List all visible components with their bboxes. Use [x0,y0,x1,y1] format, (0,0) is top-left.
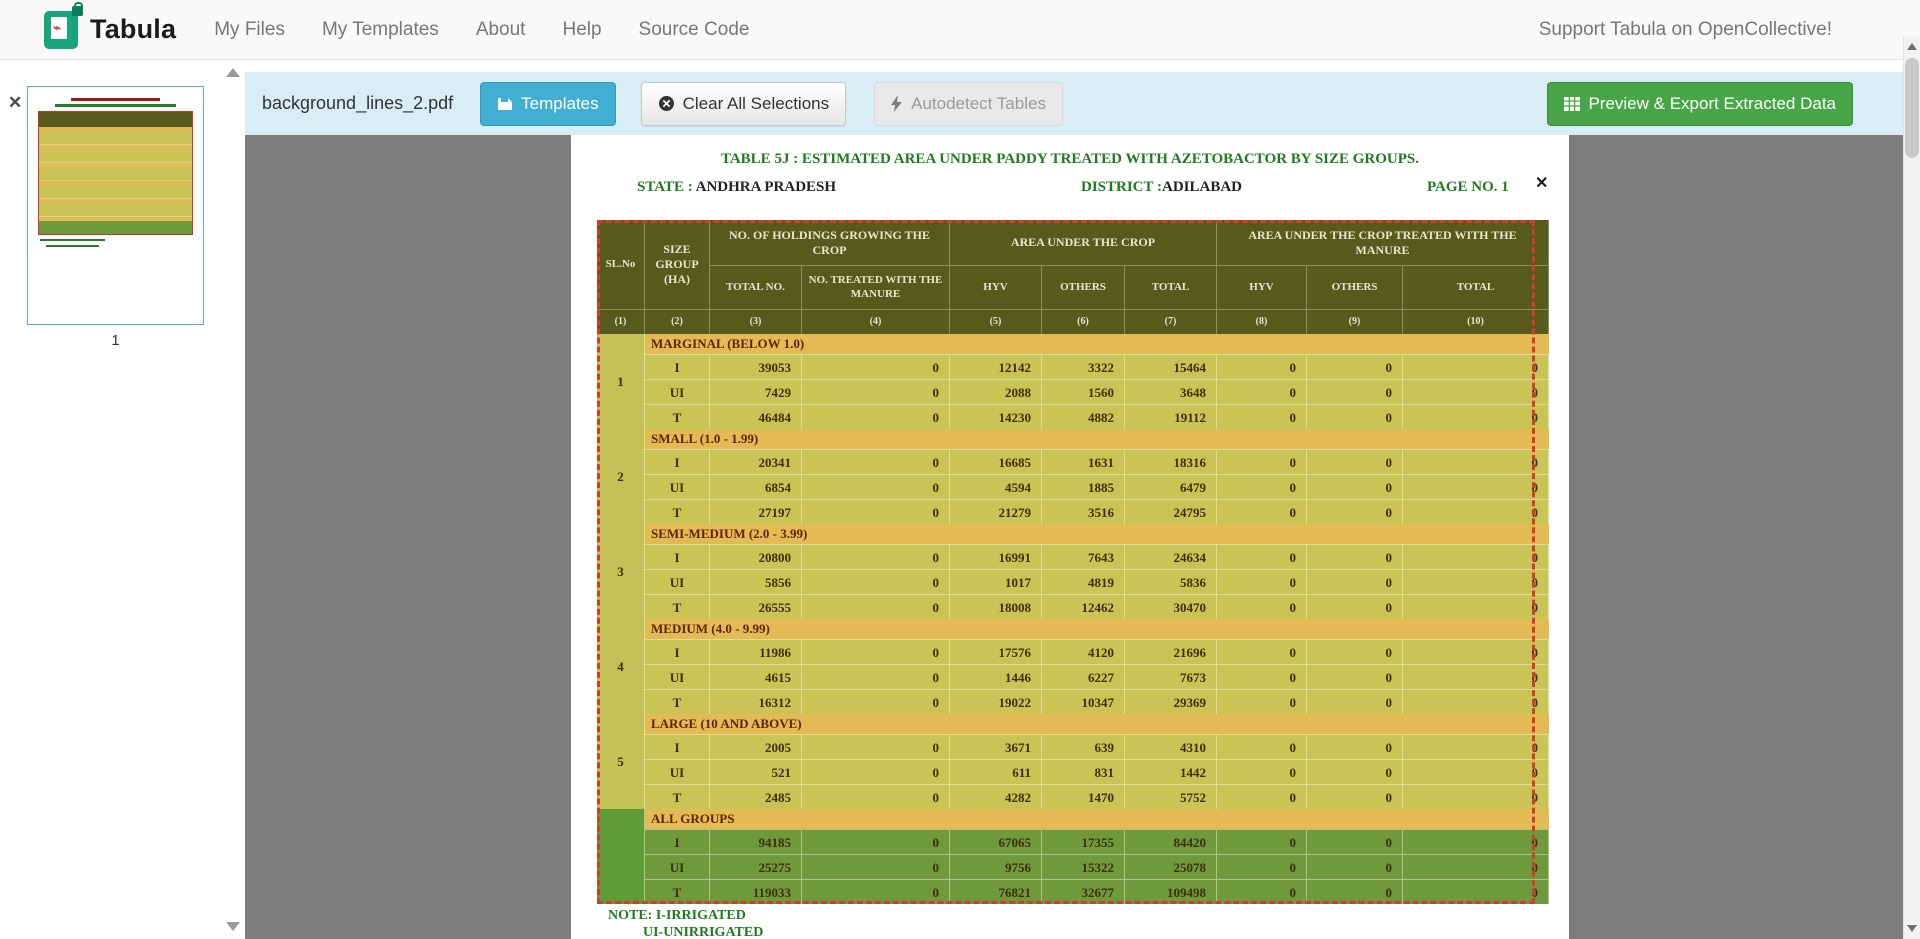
preview-export-button[interactable]: Preview & Export Extracted Data [1547,82,1853,126]
doc-state: STATE : ANDHRA PRADESH [637,179,836,196]
thumb-note-line [40,239,105,241]
thumbnail-page-number: 1 [0,332,231,349]
nav-links: My Files My Templates About Help Source Code [214,19,749,41]
thumb-table [38,111,193,235]
save-template-icon [497,96,513,112]
open-filename: background_lines_2.pdf [262,93,453,114]
note-line-1: NOTE: I-IRRIGATED [608,908,746,924]
brand-title: Tabula [90,14,176,45]
nav-item-help[interactable]: Help [562,19,601,41]
remove-file-icon[interactable]: ✕ [8,94,22,111]
lightning-icon [891,95,903,112]
thumb-subtitle-line [55,104,176,107]
remove-circle-icon [658,95,675,112]
autodetect-tables-button[interactable]: Autodetect Tables [874,82,1063,126]
thumb-table-header [39,112,192,127]
clear-all-selections-button[interactable]: Clear All Selections [641,82,846,126]
support-link[interactable]: Support Tabula on OpenCollective! [1539,0,1832,60]
scrollbar-thumb[interactable] [1905,58,1919,158]
table-selection-box[interactable] [597,220,1535,904]
doc-district: DISTRICT :ADILABAD [1081,179,1242,196]
thumb-green-rows [39,221,192,234]
toolbar-area: background_lines_2.pdf Templates Clear A… [245,60,1903,135]
thumb-rows [39,131,192,145]
nav-item-my-templates[interactable]: My Templates [322,19,439,41]
nav-item-about[interactable]: About [476,19,526,41]
sidebar-scroll-up-icon[interactable] [226,68,240,77]
tabula-logo-icon: ⌁ [44,8,81,52]
thumb-title-line [71,98,161,101]
lock-icon [72,6,83,16]
scrollbar-up-icon[interactable] [1904,38,1920,55]
scrollbar-down-icon[interactable] [1904,920,1920,937]
pdf-workspace: TABLE 5J : ESTIMATED AREA UNDER PADDY TR… [245,135,1903,939]
pdf-glyph-icon: ⌁ [53,22,65,34]
table-icon [1564,97,1580,111]
page-thumbnail[interactable] [27,86,204,325]
nav-item-source-code[interactable]: Source Code [639,19,750,41]
nav-item-my-files[interactable]: My Files [214,19,285,41]
templates-button[interactable]: Templates [480,82,615,126]
doc-page-number: PAGE NO. 1 [1427,179,1509,196]
selection-close-icon[interactable]: ✕ [1535,173,1548,193]
pdf-page[interactable]: TABLE 5J : ESTIMATED AREA UNDER PADDY TR… [571,135,1569,939]
sidebar-scroll-down-icon[interactable] [226,922,240,931]
top-navbar: ⌁ Tabula My Files My Templates About Help So… [0,0,1920,60]
thumbnail-sidebar: ✕ 1 [0,60,245,939]
note-line-2: UI-UNIRRIGATED [643,925,763,939]
window-scrollbar[interactable] [1903,36,1920,939]
app-window: ⌁ Tabula My Files My Templates About Help So… [0,0,1920,939]
doc-title: TABLE 5J : ESTIMATED AREA UNDER PADDY TR… [571,151,1569,168]
toolbar: background_lines_2.pdf Templates Clear A… [245,72,1903,135]
